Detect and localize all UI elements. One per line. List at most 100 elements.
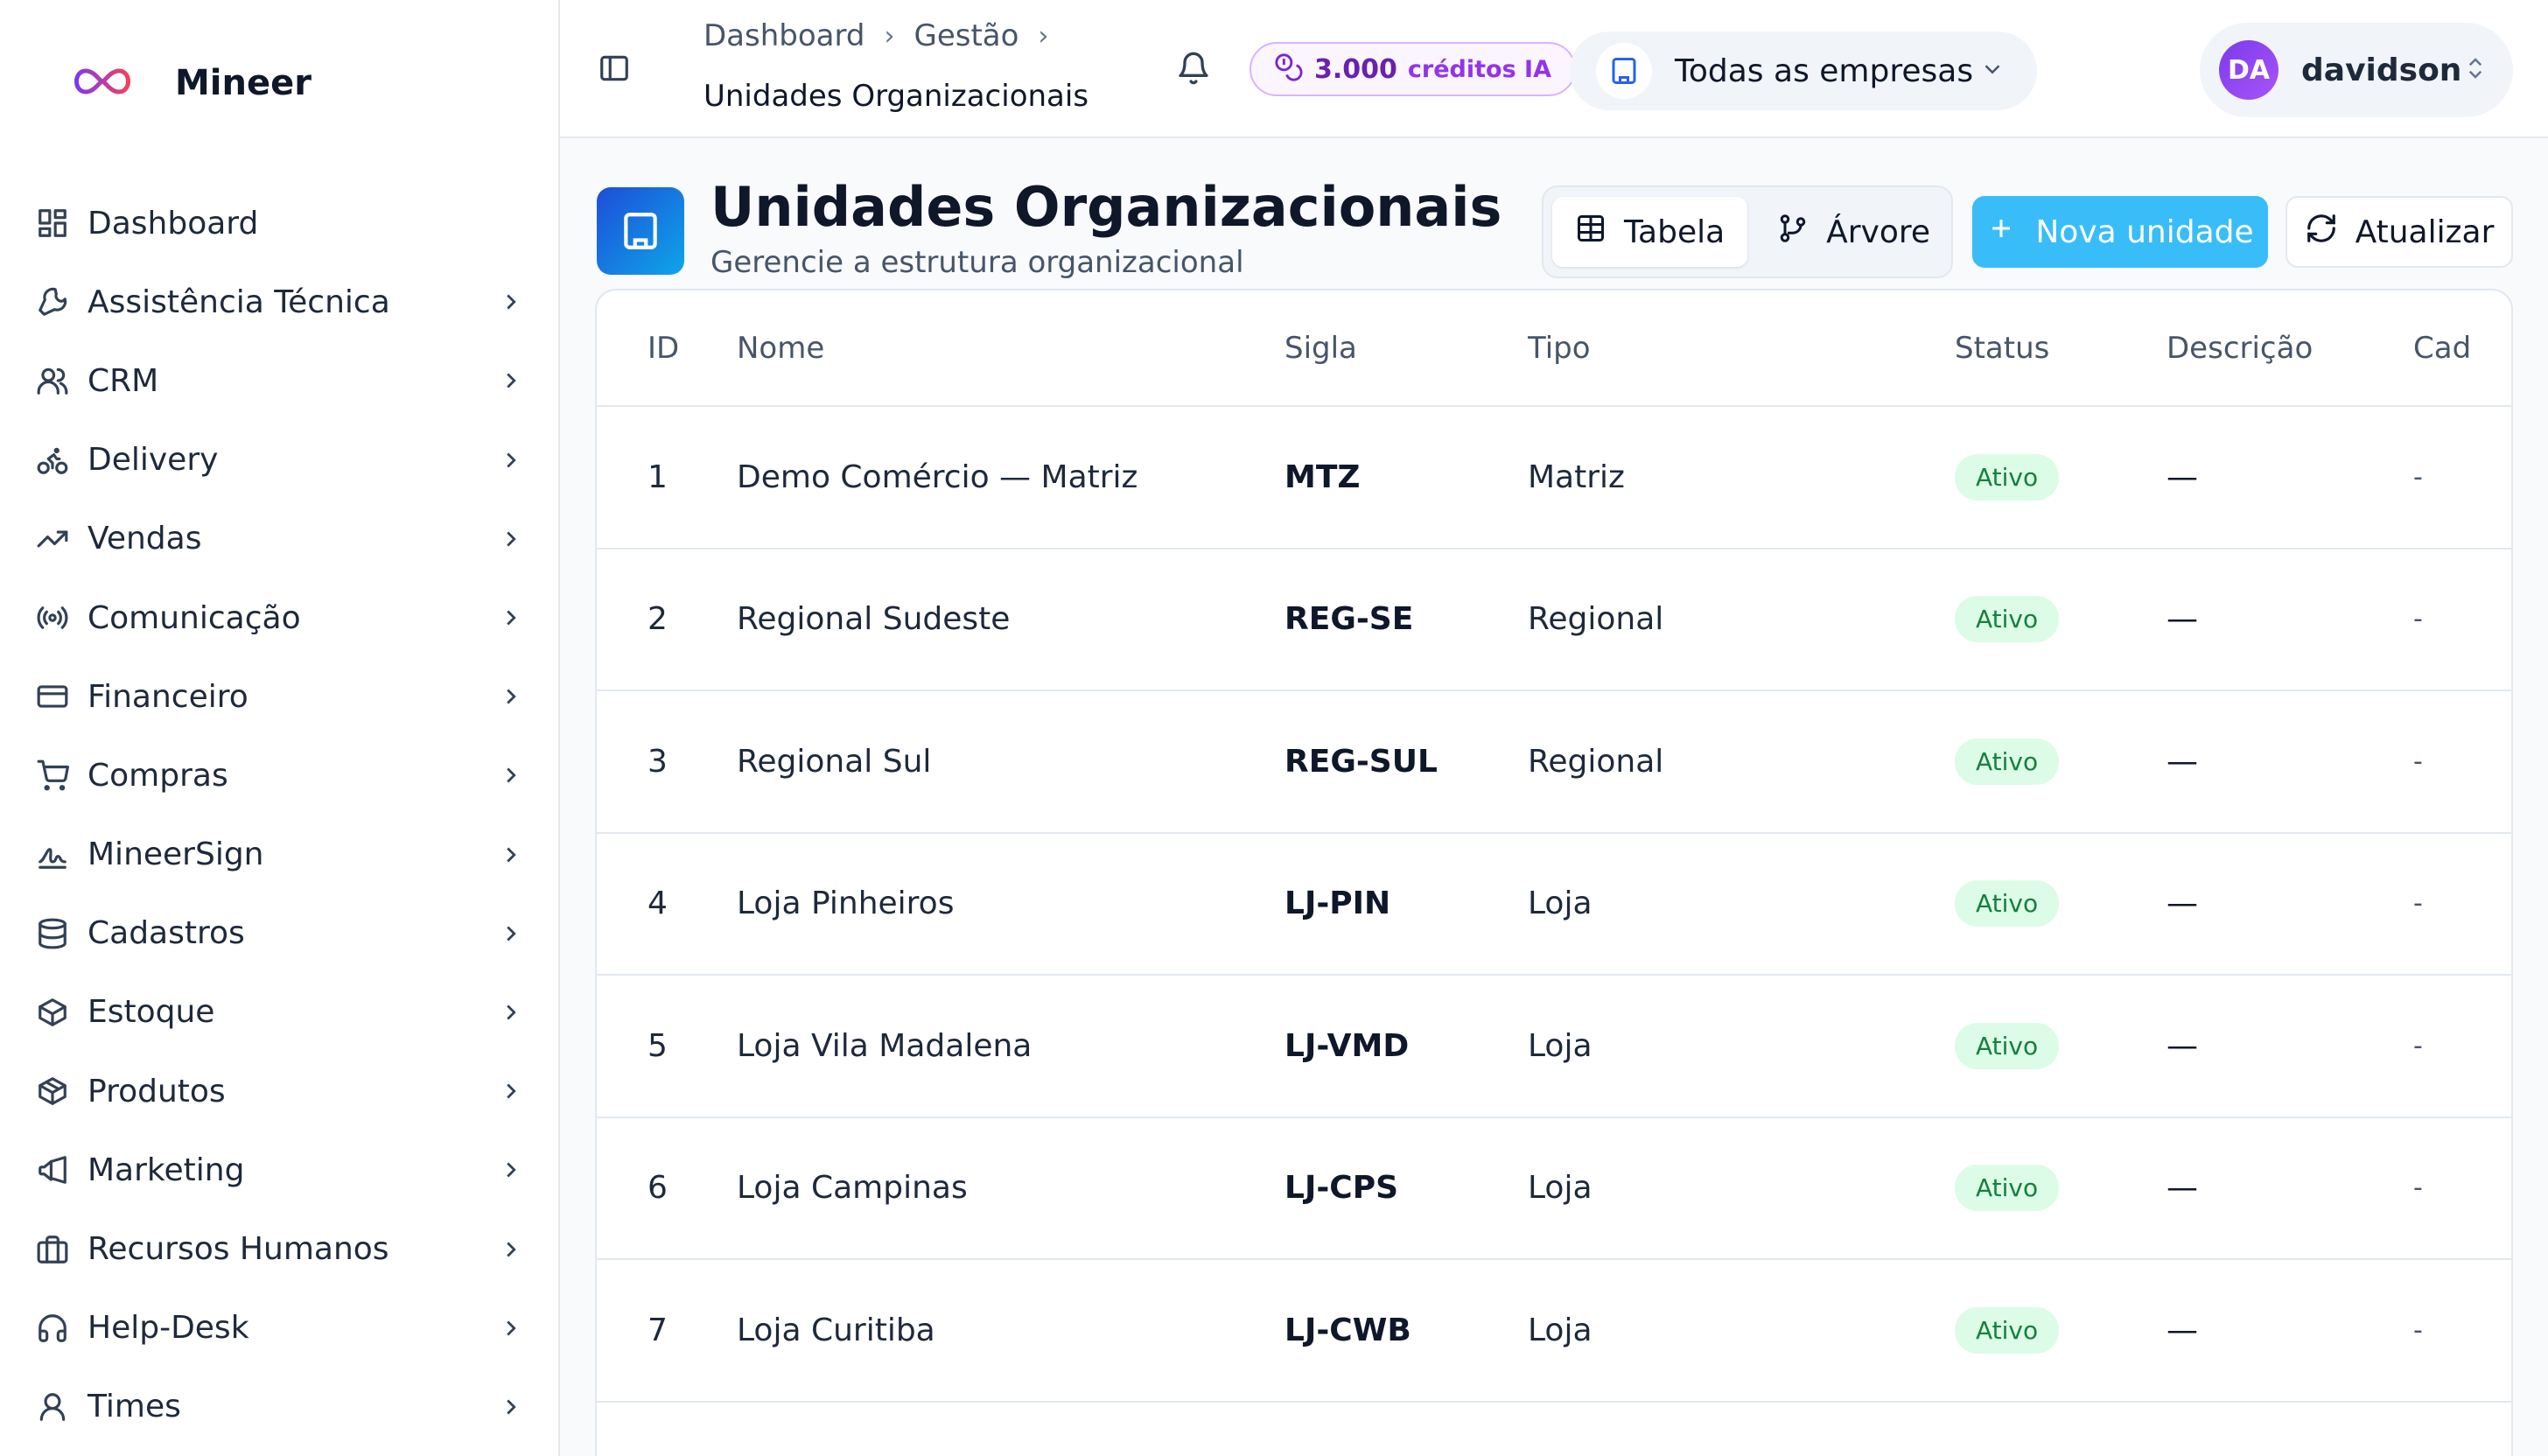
cell-cad: - [2413, 975, 2511, 1118]
sidebar-item-label: Compras [88, 757, 228, 794]
brand[interactable]: Mineer [68, 63, 312, 103]
cell-status: Ativo [1955, 832, 2166, 976]
sidebar-item-help-desk[interactable]: Help-Desk [0, 1289, 560, 1368]
table-row[interactable]: 1 Demo Comércio — Matriz MTZ Matriz Ativo — - [597, 406, 2511, 550]
cell-sigla: REG-SUL [1284, 690, 1528, 834]
table-row[interactable]: 2 Regional Sudeste REG-SE Regional Ativo — - [597, 548, 2511, 691]
topbar: Dashboard › Gestão › Unidades Organizaci… [560, 0, 2548, 138]
column-header-id[interactable]: ID [597, 290, 737, 407]
table-row[interactable]: 7 Loja Curitiba LJ-CWB Loja Ativo — - [597, 1259, 2511, 1403]
status-badge: Ativo [1955, 596, 2060, 643]
refresh-icon [2305, 212, 2338, 253]
cell-id: 4 [597, 832, 737, 976]
sidebar-item-estoque[interactable]: Estoque [0, 973, 560, 1052]
page-subtitle: Gerencie a estrutura organizacional [710, 245, 1244, 280]
sidebar-item-mineersign[interactable]: MineerSign [0, 816, 560, 894]
table-row[interactable]: 4 Loja Pinheiros LJ-PIN Loja Ativo — - [597, 832, 2511, 976]
company-selector[interactable]: Todas as empresas [1570, 32, 2037, 110]
cell-sigla: REG-SE [1284, 548, 1528, 691]
table-row[interactable]: 6 Loja Campinas LJ-CPS Loja Ativo — - [597, 1116, 2511, 1260]
chevron-right-icon [497, 1393, 525, 1421]
cell-status: Ativo [1955, 1116, 2166, 1260]
sidebar-item-assistencia-tecnica[interactable]: Assistência Técnica [0, 262, 560, 341]
cell-descricao: — [2166, 690, 2413, 834]
box-icon [35, 1074, 70, 1109]
chevron-right-icon [497, 841, 525, 869]
sidebar-item-comunicacao[interactable]: Comunicação [0, 578, 560, 657]
sidebar-item-label: Cadastros [88, 915, 245, 952]
sidebar: Mineer Dashboard Assistência Técnica CRM De… [0, 0, 560, 1456]
column-header-sigla[interactable]: Sigla [1284, 290, 1528, 407]
breadcrumb-current: Unidades Organizacionais [704, 79, 1089, 114]
sidebar-item-cadastros[interactable]: Cadastros [0, 894, 560, 973]
chevron-right-icon [497, 1236, 525, 1264]
notifications-button[interactable] [1172, 49, 1214, 91]
tab-tree-label: Árvore [1826, 214, 1931, 250]
table-row[interactable]: 3 Regional Sul REG-SUL Regional Ativo — - [597, 690, 2511, 834]
cell-tipo: Loja [1528, 832, 1955, 976]
chevron-right-icon [497, 288, 525, 316]
sidebar-item-produtos[interactable]: Produtos [0, 1052, 560, 1130]
ai-credits-badge[interactable]: 3.000 créditos IA [1250, 42, 1576, 96]
cell-status: Ativo [1955, 1259, 2166, 1403]
table-icon [1575, 213, 1606, 252]
tab-table-view[interactable]: Tabela [1552, 197, 1748, 267]
chevron-right-icon [497, 1156, 525, 1184]
column-header-descricao[interactable]: Descrição [2166, 290, 2413, 407]
sidebar-item-label: MineerSign [88, 836, 264, 873]
credit-card-icon [35, 679, 70, 714]
table-header-row: ID Nome Sigla Tipo Status Descrição Cad [597, 290, 2511, 407]
cell-tipo: Matriz [1528, 406, 1955, 550]
table-row[interactable]: 5 Loja Vila Madalena LJ-VMD Loja Ativo — - [597, 975, 2511, 1118]
bike-icon [35, 443, 70, 478]
breadcrumb-gestao[interactable]: Gestão [914, 18, 1018, 53]
page-building-icon [597, 187, 684, 275]
sidebar-item-delivery[interactable]: Delivery [0, 421, 560, 500]
sidebar-item-financeiro[interactable]: Financeiro [0, 657, 560, 736]
tab-tree-view[interactable]: Árvore [1754, 197, 1953, 267]
plus-icon [1986, 214, 2016, 251]
cell-status: Ativo [1955, 690, 2166, 834]
chevron-right-icon [497, 525, 525, 553]
cell-nome: Demo Comércio — Matriz [737, 406, 1284, 550]
megaphone-icon [35, 1152, 70, 1187]
cell-descricao: — [2166, 975, 2413, 1118]
status-badge: Ativo [1955, 738, 2060, 785]
status-badge: Ativo [1955, 880, 2060, 928]
refresh-button[interactable]: Atualizar [2286, 196, 2513, 268]
company-selector-label: Todas as empresas [1675, 52, 1974, 89]
column-header-status[interactable]: Status [1955, 290, 2166, 407]
cell-tipo: Loja [1528, 1259, 1955, 1403]
cell-sigla: LJ-CWB [1284, 1259, 1528, 1403]
user-menu[interactable]: DA davidson [2200, 23, 2513, 117]
chevron-right-icon [497, 920, 525, 948]
sidebar-nav: Dashboard Assistência Técnica CRM Delivery V… [0, 184, 560, 1446]
chevron-right-icon [497, 761, 525, 789]
column-header-nome[interactable]: Nome [737, 290, 1284, 407]
sidebar-item-marketing[interactable]: Marketing [0, 1130, 560, 1209]
page-title: Unidades Organizacionais [710, 175, 1502, 239]
cell-sigla: LJ-PIN [1284, 832, 1528, 976]
new-unit-button[interactable]: Nova unidade [1972, 196, 2268, 268]
sidebar-item-recursos-humanos[interactable]: Recursos Humanos [0, 1209, 560, 1288]
column-header-tipo[interactable]: Tipo [1528, 290, 1955, 407]
users-icon [35, 363, 70, 398]
cell-sigla: MTZ [1284, 406, 1528, 550]
mineer-logo-icon [68, 64, 136, 102]
sidebar-item-vendas[interactable]: Vendas [0, 500, 560, 578]
sidebar-item-times[interactable]: Times [0, 1368, 560, 1446]
cell-cad: - [2413, 548, 2511, 691]
breadcrumb-dashboard[interactable]: Dashboard [704, 18, 864, 53]
sidebar-item-label: Dashboard [88, 205, 259, 242]
column-header-cad[interactable]: Cad [2413, 290, 2511, 407]
package-icon [35, 995, 70, 1030]
sidebar-item-dashboard[interactable]: Dashboard [0, 184, 560, 262]
refresh-label: Atualizar [2355, 214, 2495, 250]
cell-cad: - [2413, 690, 2511, 834]
new-unit-label: Nova unidade [2035, 214, 2254, 250]
status-badge: Ativo [1955, 1022, 2060, 1069]
sidebar-item-compras[interactable]: Compras [0, 736, 560, 815]
sidebar-item-crm[interactable]: CRM [0, 341, 560, 420]
sidebar-toggle-button[interactable] [595, 51, 634, 89]
cell-tipo: Regional [1528, 548, 1955, 691]
